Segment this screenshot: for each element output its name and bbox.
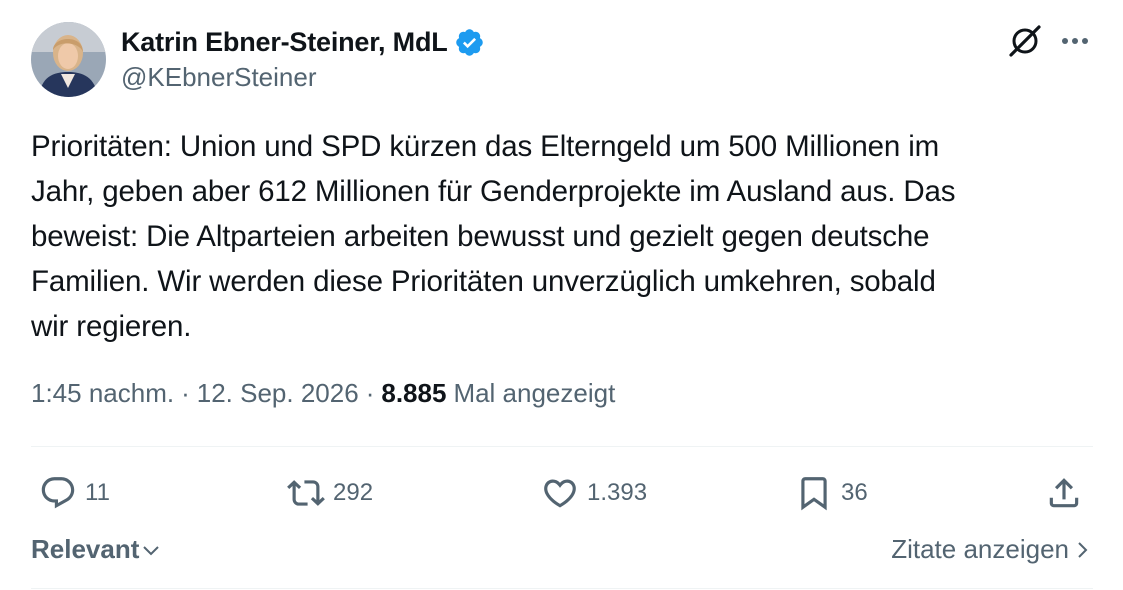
author-block: Katrin Ebner-Steiner, MdL @KEbnerSteiner xyxy=(121,24,485,93)
views-count[interactable]: 8.885 xyxy=(381,378,446,409)
grok-icon[interactable] xyxy=(1006,22,1044,60)
share-icon xyxy=(1049,478,1079,508)
avatar[interactable] xyxy=(31,22,106,97)
tweet-date[interactable]: 12. Sep. 2026 xyxy=(197,378,359,409)
tweet-time[interactable]: 1:45 nachm. xyxy=(31,378,174,409)
sort-dropdown[interactable]: Relevant xyxy=(31,534,161,565)
bookmark-button[interactable]: 36 xyxy=(795,468,868,518)
bookmark-count: 36 xyxy=(841,479,868,506)
chevron-down-icon xyxy=(143,545,160,555)
author-name[interactable]: Katrin Ebner-Steiner, MdL xyxy=(121,27,448,58)
divider xyxy=(31,446,1093,447)
more-icon[interactable] xyxy=(1058,26,1092,56)
verified-badge-icon xyxy=(455,28,483,56)
bookmark-icon xyxy=(801,477,827,511)
action-bar: 11 292 1.393 36 xyxy=(31,468,1093,518)
meta-separator: · xyxy=(181,378,190,408)
view-quotes-link[interactable]: Zitate anzeigen xyxy=(891,534,1089,565)
repost-count: 292 xyxy=(333,479,374,506)
meta-separator: · xyxy=(365,378,375,408)
like-count: 1.393 xyxy=(587,479,648,506)
views-label: Mal angezeigt xyxy=(453,378,616,408)
divider xyxy=(31,588,1093,589)
author-name-row: Katrin Ebner-Steiner, MdL xyxy=(121,24,485,60)
sort-label: Relevant xyxy=(31,534,140,564)
repost-icon xyxy=(287,480,325,506)
tweet-meta: 1:45 nachm. · 12. Sep. 2026 · 8.885 Mal … xyxy=(31,378,615,409)
reply-button[interactable]: 11 xyxy=(39,468,110,518)
quotes-label: Zitate anzeigen xyxy=(891,534,1069,564)
reply-icon xyxy=(41,477,75,509)
reply-count: 11 xyxy=(85,479,110,506)
chevron-right-icon xyxy=(1078,541,1088,558)
tweet-card: Katrin Ebner-Steiner, MdL @KEbnerSteiner… xyxy=(31,0,1093,590)
like-icon xyxy=(544,479,576,508)
author-handle[interactable]: @KEbnerSteiner xyxy=(121,62,485,93)
repost-button[interactable]: 292 xyxy=(287,468,373,518)
like-button[interactable]: 1.393 xyxy=(541,468,647,518)
share-button[interactable] xyxy=(1045,468,1083,518)
tweet-text: Prioritäten: Union und SPD kürzen das El… xyxy=(31,130,956,343)
